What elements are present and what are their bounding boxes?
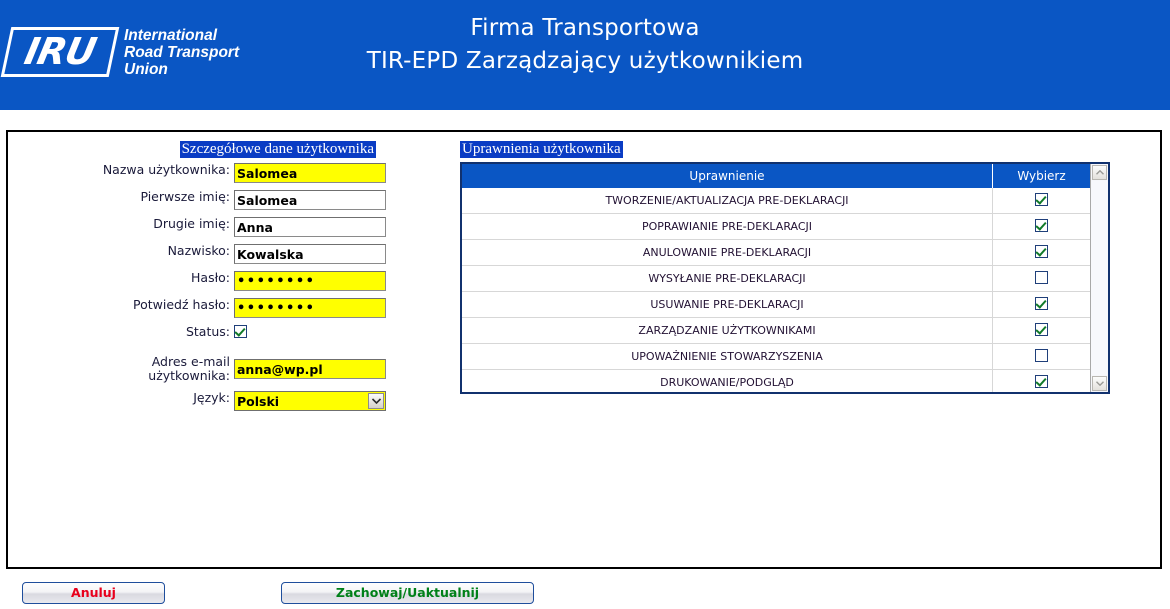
field-row-firstname: Pierwsze imię: [76, 190, 386, 212]
input-username[interactable] [234, 163, 386, 183]
permission-checkbox-cell [992, 213, 1090, 240]
permission-checkbox[interactable] [1035, 270, 1048, 284]
permissions-panel: Uprawnienia użytkownika Uprawnienie Wybi… [460, 140, 1112, 394]
chevron-down-icon[interactable] [1092, 376, 1107, 391]
permission-name: ZARZĄDZANIE UŻYTKOWNIKAMI [462, 317, 993, 344]
table-row: POPRAWIANIE PRE-DEKLARACJI [462, 213, 1090, 240]
table-row: DRUKOWANIE/PODGLĄD [462, 369, 1090, 392]
label-email: Adres e-mail użytkownika: [148, 354, 230, 383]
field-row-username: Nazwa użytkownika: [76, 163, 386, 185]
permission-checkbox[interactable] [1035, 244, 1048, 258]
permissions-table: Uprawnienie Wybierz TWORZENIE/AKTUALIZAC… [462, 164, 1090, 392]
content-panel: Szczegółowe dane użytkownika Nazwa użytk… [6, 130, 1162, 569]
input-password[interactable] [234, 271, 386, 291]
permission-checkbox-cell [992, 369, 1090, 392]
user-details-section-title: Szczegółowe dane użytkownika [179, 141, 376, 158]
table-row: WYSYŁANIE PRE-DEKLARACJI [462, 265, 1090, 292]
label-language: Język: [193, 390, 230, 405]
chevron-up-icon[interactable] [1092, 165, 1107, 180]
column-header-select[interactable]: Wybierz [992, 164, 1090, 188]
permissions-table-inner: Uprawnienie Wybierz TWORZENIE/AKTUALIZAC… [462, 164, 1090, 392]
label-firstname: Pierwsze imię: [140, 189, 230, 204]
field-row-confirm-password: Potwiedź hasło: [76, 298, 386, 320]
field-row-status: Status: [76, 325, 386, 347]
permission-checkbox-cell [992, 239, 1090, 266]
input-confirm-password[interactable] [234, 298, 386, 318]
label-middlename: Drugie imię: [153, 216, 230, 231]
permissions-section-title: Uprawnienia użytkownika [460, 141, 623, 158]
page-title-company: Firma Transportowa [470, 15, 700, 41]
user-details-title-wrap: Szczegółowe dane użytkownika [76, 140, 376, 158]
label-lastname: Nazwisko: [167, 243, 230, 258]
permission-name: USUWANIE PRE-DEKLARACJI [462, 291, 993, 318]
permission-checkbox-cell [992, 291, 1090, 318]
table-row: ANULOWANIE PRE-DEKLARACJI [462, 239, 1090, 266]
table-row: USUWANIE PRE-DEKLARACJI [462, 291, 1090, 318]
user-details-form: Szczegółowe dane użytkownika Nazwa użytk… [76, 140, 386, 418]
permissions-table-body: TWORZENIE/AKTUALIZACJA PRE-DEKLARACJI POP… [462, 188, 1090, 392]
permission-checkbox-cell [992, 188, 1090, 214]
app-header: IRU International Road Transport Union F… [0, 0, 1170, 110]
permissions-title-wrap: Uprawnienia użytkownika [460, 140, 1112, 158]
table-row: ZARZĄDZANIE UŻYTKOWNIKAMI [462, 317, 1090, 344]
column-header-permission[interactable]: Uprawnienie [462, 164, 993, 188]
permission-checkbox-cell [992, 317, 1090, 344]
table-header-row: Uprawnienie Wybierz [462, 164, 1090, 188]
scrollbar-track[interactable] [1091, 181, 1108, 375]
table-row: TWORZENIE/AKTUALIZACJA PRE-DEKLARACJI [462, 188, 1090, 214]
permission-name: POPRAWIANIE PRE-DEKLARACJI [462, 213, 993, 240]
cancel-button[interactable]: Anuluj [22, 582, 165, 604]
permission-name: UPOWAŻNIENIE STOWARZYSZENIA [462, 343, 993, 370]
input-email[interactable] [234, 359, 386, 379]
field-row-middlename: Drugie imię: [76, 217, 386, 239]
input-middlename[interactable] [234, 217, 386, 237]
footer-actions: Anuluj Zachowaj/Uaktualnij [0, 578, 1170, 609]
field-row-lastname: Nazwisko: [76, 244, 386, 266]
permission-checkbox[interactable] [1035, 192, 1048, 206]
permission-checkbox-cell [992, 343, 1090, 370]
page-title: Firma Transportowa TIR-EPD Zarządzający … [0, 12, 1170, 78]
input-firstname[interactable] [234, 190, 386, 210]
permission-name: ANULOWANIE PRE-DEKLARACJI [462, 239, 993, 266]
field-row-password: Hasło: [76, 271, 386, 293]
permission-checkbox[interactable] [1035, 322, 1048, 336]
permission-checkbox-cell [992, 265, 1090, 292]
permission-checkbox[interactable] [1035, 296, 1048, 310]
permission-name: WYSYŁANIE PRE-DEKLARACJI [462, 265, 993, 292]
permission-checkbox[interactable] [1035, 218, 1048, 232]
label-password: Hasło: [191, 270, 230, 285]
permission-checkbox[interactable] [1035, 348, 1048, 362]
label-status: Status: [185, 324, 230, 339]
label-confirm-password: Potwiedź hasło: [132, 297, 230, 312]
permission-name: DRUKOWANIE/PODGLĄD [462, 369, 993, 392]
label-username: Nazwa użytkownika: [102, 162, 230, 177]
permissions-table-box: Uprawnienie Wybierz TWORZENIE/AKTUALIZAC… [460, 162, 1110, 394]
save-button[interactable]: Zachowaj/Uaktualnij [281, 582, 534, 604]
status-checkbox[interactable] [234, 325, 247, 338]
page-title-module: TIR-EPD Zarządzający użytkownikiem [366, 48, 804, 74]
language-select-wrap: Polski [234, 391, 386, 411]
status-checkbox-wrap [234, 325, 386, 338]
field-row-language: Język: Polski [76, 391, 386, 413]
permissions-scrollbar[interactable] [1090, 164, 1108, 392]
permissions-table-head: Uprawnienie Wybierz [462, 164, 1090, 188]
permission-name: TWORZENIE/AKTUALIZACJA PRE-DEKLARACJI [462, 188, 993, 214]
table-row: UPOWAŻNIENIE STOWARZYSZENIA [462, 343, 1090, 370]
select-language[interactable]: Polski [234, 391, 386, 411]
input-lastname[interactable] [234, 244, 386, 264]
field-row-email: Adres e-mail użytkownika: [76, 352, 386, 386]
permission-checkbox[interactable] [1035, 374, 1048, 388]
